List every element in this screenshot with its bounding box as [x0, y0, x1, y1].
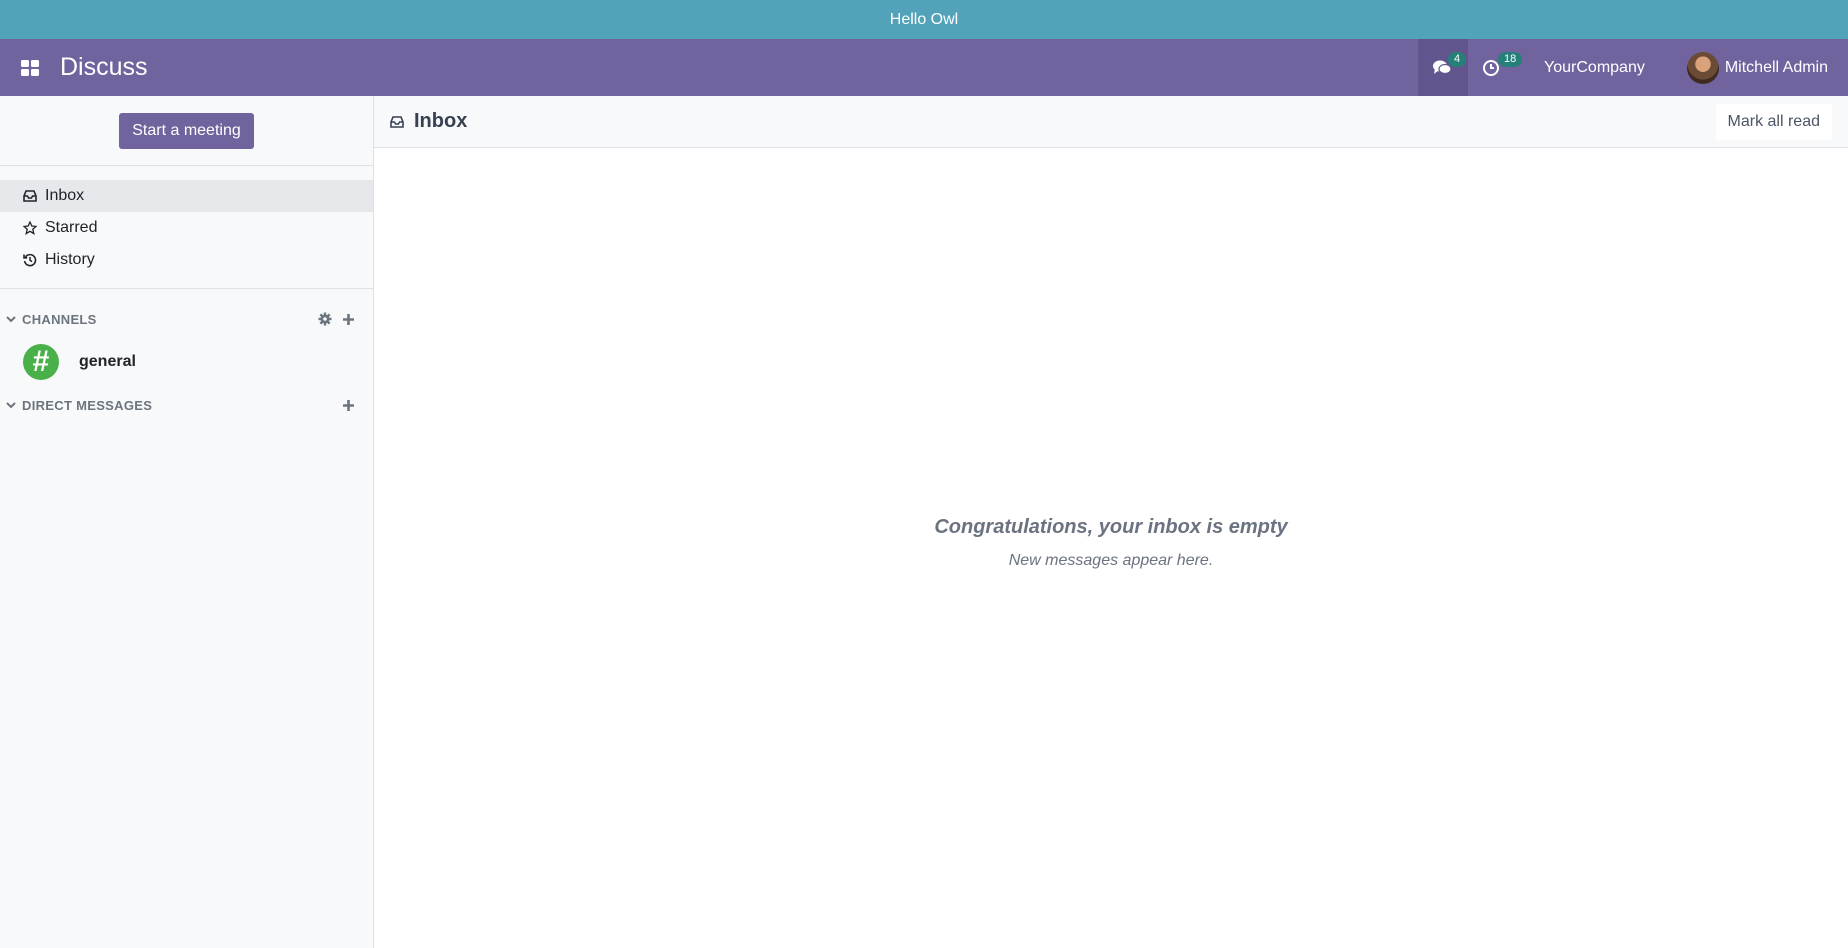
app-menu-button[interactable]: [0, 39, 60, 96]
star-icon: [23, 221, 37, 235]
sidebar-item-inbox[interactable]: Inbox: [0, 180, 373, 212]
user-menu[interactable]: Mitchell Admin: [1667, 39, 1848, 96]
inbox-icon: [390, 115, 404, 128]
messaging-menu-button[interactable]: 4: [1418, 39, 1469, 96]
company-name: YourCompany: [1544, 58, 1645, 76]
empty-subtitle: New messages appear here.: [1008, 552, 1214, 569]
user-avatar: [1686, 51, 1719, 84]
add-channel-icon[interactable]: [342, 313, 355, 326]
mark-all-read-button[interactable]: Mark all read: [1715, 104, 1832, 140]
start-meeting-button[interactable]: Start a meeting: [119, 112, 254, 149]
chevron-down-icon: [6, 316, 16, 323]
company-switcher[interactable]: YourCompany: [1522, 39, 1667, 96]
sidebar-item-label: Inbox: [45, 187, 85, 204]
sidebar-item-label: History: [45, 251, 95, 268]
chevron-down-icon: [6, 402, 16, 409]
inbox-icon: [23, 190, 37, 202]
thread-header: Inbox Mark all read: [374, 96, 1848, 148]
history-icon: [23, 253, 37, 267]
activities-count-badge: 18: [1498, 52, 1523, 67]
banner-text: Hello Owl: [889, 10, 959, 28]
channel-item-general[interactable]: # general: [0, 335, 373, 389]
app-title[interactable]: Discuss: [60, 53, 148, 82]
sidebar-item-history[interactable]: History: [0, 244, 373, 276]
direct-messages-category-label: DIRECT MESSAGES: [22, 397, 153, 413]
sidebar-item-starred[interactable]: Starred: [0, 212, 373, 244]
thread-panel: Inbox Mark all read Congratulations, you…: [374, 96, 1848, 948]
sidebar-item-label: Starred: [45, 219, 98, 236]
channels-category-label: CHANNELS: [22, 311, 97, 327]
channels-category-header[interactable]: CHANNELS: [0, 303, 373, 335]
mailbox-list: Inbox Starred History: [0, 166, 373, 289]
add-chat-icon[interactable]: [342, 399, 355, 412]
direct-messages-category-header[interactable]: DIRECT MESSAGES: [0, 389, 373, 421]
top-banner: Hello Owl: [0, 0, 1848, 39]
empty-inbox-message: Congratulations, your inbox is empty New…: [374, 516, 1848, 570]
messages-count-badge: 4: [1448, 52, 1467, 67]
meeting-section: Start a meeting: [0, 96, 373, 166]
top-navbar: Discuss 4 18 YourCompany Mitchell Admin: [0, 39, 1848, 96]
channel-name: general: [79, 353, 136, 370]
discuss-sidebar: Start a meeting Inbox Starred History CH…: [0, 96, 374, 948]
discuss-layout: Start a meeting Inbox Starred History CH…: [0, 96, 1848, 948]
gear-icon[interactable]: [318, 312, 332, 326]
channel-avatar: #: [23, 344, 59, 380]
user-name: Mitchell Admin: [1724, 58, 1828, 76]
page-title: Inbox: [414, 110, 468, 132]
apps-grid-icon: [21, 59, 39, 76]
empty-title: Congratulations, your inbox is empty: [934, 516, 1288, 538]
activities-menu-button[interactable]: 18: [1468, 39, 1523, 96]
